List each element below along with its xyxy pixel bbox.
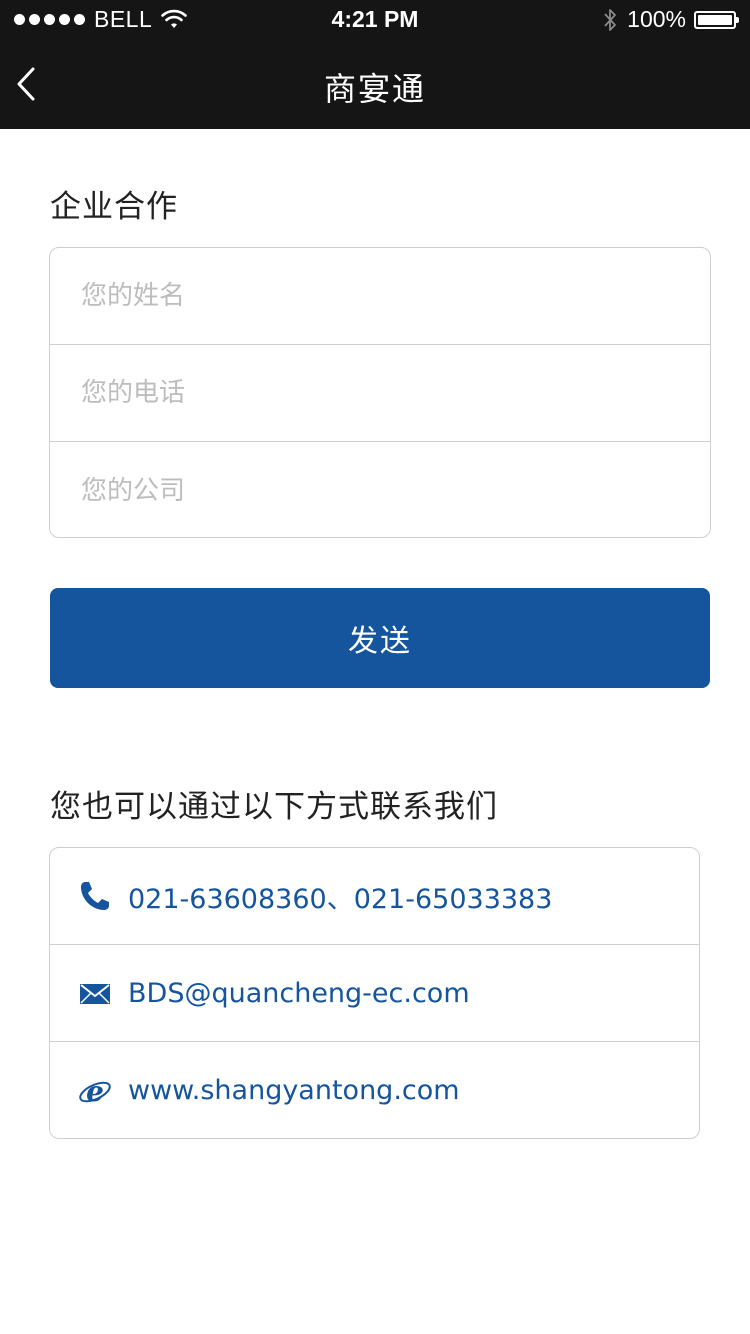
phone-input[interactable]	[50, 345, 710, 441]
contact-list: 021-63608360、021-65033383 BDS@quancheng-…	[49, 847, 700, 1139]
company-row	[50, 442, 710, 537]
cooperation-section-title: 企业合作	[50, 189, 178, 225]
status-bar: BELL 4:21 PM 100%	[0, 0, 750, 40]
contact-email-row[interactable]: BDS@quancheng-ec.com	[50, 945, 699, 1042]
ie-browser-icon: e	[79, 1075, 111, 1108]
contact-phone-row[interactable]: 021-63608360、021-65033383	[50, 848, 699, 945]
contact-email: BDS@quancheng-ec.com	[128, 977, 470, 1009]
contact-website-row[interactable]: e www.shangyantong.com	[50, 1042, 699, 1138]
phone-row	[50, 345, 710, 442]
battery-icon	[694, 10, 739, 29]
battery-percent: 100%	[627, 6, 686, 32]
status-right: 100%	[603, 6, 739, 33]
mail-icon	[80, 984, 110, 1004]
cooperation-form	[49, 247, 711, 538]
name-row	[50, 248, 710, 345]
navigation-bar: 商宴通	[0, 40, 750, 129]
contact-section-title: 您也可以通过以下方式联系我们	[50, 789, 498, 825]
company-input[interactable]	[50, 442, 710, 537]
name-input[interactable]	[50, 248, 710, 344]
svg-text:e: e	[86, 1075, 104, 1108]
contact-website: www.shangyantong.com	[128, 1075, 460, 1106]
page-title: 商宴通	[323, 70, 426, 108]
send-button[interactable]: 发送	[50, 588, 710, 688]
contact-phone: 021-63608360、021-65033383	[128, 883, 553, 915]
phone-icon	[81, 882, 109, 910]
bluetooth-icon	[604, 8, 617, 31]
